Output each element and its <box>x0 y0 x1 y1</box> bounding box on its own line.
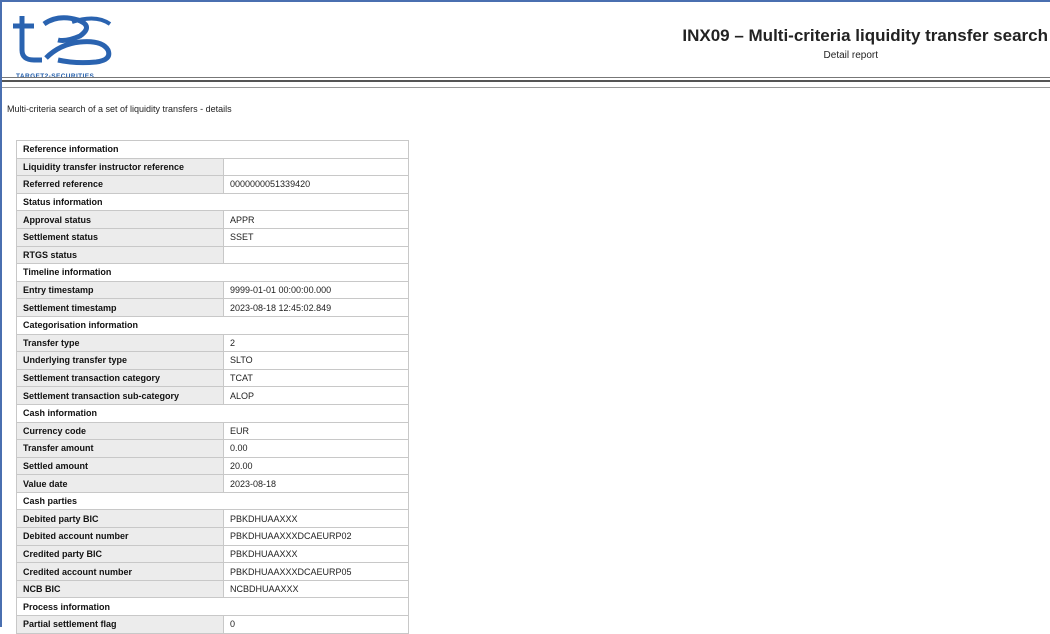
field-value: NCBDHUAAXXX <box>223 579 409 599</box>
section-header-row: Cash parties <box>16 491 409 511</box>
field-label: Referred reference <box>16 175 224 194</box>
field-label: Approval status <box>16 210 224 229</box>
table-row: Currency code EUR <box>16 421 409 441</box>
table-row: Underlying transfer type SLTO <box>16 351 409 370</box>
table-row: Transfer amount 0.00 <box>16 439 409 458</box>
section-title: Reference information <box>16 140 409 159</box>
field-label: RTGS status <box>16 245 224 265</box>
section-title: Cash parties <box>16 491 409 511</box>
section-title: Process information <box>16 597 409 617</box>
field-value: APPR <box>223 210 409 229</box>
section-title: Categorisation information <box>16 315 409 335</box>
field-label: Currency code <box>16 421 224 441</box>
field-value: 0000000051339420 <box>223 175 409 194</box>
table-row: Credited account number PBKDHUAAXXXDCAEUR… <box>16 562 409 581</box>
field-value: ALOP <box>223 386 409 405</box>
table-row: Credited party BIC PBKDHUAAXXX <box>16 544 409 564</box>
table-row: Entry timestamp 9999-01-01 00:00:00.000 <box>16 280 409 300</box>
field-value: PBKDHUAAXXXDCAEURP05 <box>223 562 409 581</box>
table-row: Settlement timestamp 2023-08-18 12:45:02.… <box>16 298 409 317</box>
field-value: 9999-01-01 00:00:00.000 <box>223 280 409 300</box>
field-value: 2 <box>223 333 409 353</box>
field-label: Settlement transaction sub-category <box>16 386 224 405</box>
table-row: Approval status APPR <box>16 210 409 229</box>
table-row: Settlement transaction sub-category ALOP <box>16 386 409 405</box>
table-row: RTGS status <box>16 245 409 265</box>
field-value: TCAT <box>223 368 409 388</box>
page-title: INX09 – Multi-criteria liquidity transfe… <box>682 26 1048 45</box>
table-row: Debited account number PBKDHUAAXXXDCAEURP… <box>16 527 409 546</box>
section-title: Status information <box>16 192 409 212</box>
field-value: PBKDHUAAXXXDCAEURP02 <box>223 527 409 546</box>
table-row: Liquidity transfer instructor reference <box>16 157 409 177</box>
section-title: Timeline information <box>16 263 409 282</box>
table-row: Referred reference 0000000051339420 <box>16 175 409 194</box>
field-value <box>223 157 409 177</box>
field-label: Credited account number <box>16 562 224 581</box>
field-value: EUR <box>223 421 409 441</box>
field-label: Underlying transfer type <box>16 351 224 370</box>
header-divider-thick <box>2 80 1050 82</box>
table-row: Partial settlement flag 0 <box>16 615 409 634</box>
field-value <box>223 245 409 265</box>
field-label: Liquidity transfer instructor reference <box>16 157 224 177</box>
section-header-row: Timeline information <box>16 263 409 282</box>
section-header-row: Status information <box>16 192 409 212</box>
field-value: 2023-08-18 <box>223 474 409 493</box>
field-value: PBKDHUAAXXX <box>223 509 409 529</box>
t2s-logo-icon <box>13 15 112 66</box>
detail-table: Reference information Liquidity transfer … <box>16 140 409 634</box>
field-label: Debited party BIC <box>16 509 224 529</box>
field-label: Value date <box>16 474 224 493</box>
field-value: SLTO <box>223 351 409 370</box>
section-header-row: Categorisation information <box>16 315 409 335</box>
table-row: Value date 2023-08-18 <box>16 474 409 493</box>
field-label: Settlement status <box>16 227 224 247</box>
field-label: Settled amount <box>16 456 224 476</box>
field-label: Transfer amount <box>16 439 224 458</box>
t2s-logo: TARGET2-SECURITIES <box>10 10 120 80</box>
table-row: Debited party BIC PBKDHUAAXXX <box>16 509 409 529</box>
field-value: 0.00 <box>223 439 409 458</box>
header-divider-lower <box>2 87 1050 88</box>
table-row: Settlement transaction category TCAT <box>16 368 409 388</box>
field-label: NCB BIC <box>16 579 224 599</box>
field-label: Entry timestamp <box>16 280 224 300</box>
section-title: Cash information <box>16 403 409 423</box>
field-value: 2023-08-18 12:45:02.849 <box>223 298 409 317</box>
page-subtitle: Detail report <box>823 50 878 61</box>
field-label: Settlement timestamp <box>16 298 224 317</box>
section-header-row: Cash information <box>16 403 409 423</box>
section-header-row: Process information <box>16 597 409 617</box>
field-label: Partial settlement flag <box>16 615 224 634</box>
field-value: 20.00 <box>223 456 409 476</box>
field-value: PBKDHUAAXXX <box>223 544 409 564</box>
field-label: Debited account number <box>16 527 224 546</box>
table-row: NCB BIC NCBDHUAAXXX <box>16 579 409 599</box>
header-divider <box>2 77 1050 78</box>
field-value: SSET <box>223 227 409 247</box>
field-label: Settlement transaction category <box>16 368 224 388</box>
field-value: 0 <box>223 615 409 634</box>
report-description: Multi-criteria search of a set of liquid… <box>7 104 232 114</box>
report-header: TARGET2-SECURITIES INX09 – Multi-criteri… <box>2 2 1050 80</box>
section-header-row: Reference information <box>16 140 409 159</box>
table-row: Settled amount 20.00 <box>16 456 409 476</box>
table-row: Transfer type 2 <box>16 333 409 353</box>
field-label: Transfer type <box>16 333 224 353</box>
table-row: Settlement status SSET <box>16 227 409 247</box>
field-label: Credited party BIC <box>16 544 224 564</box>
